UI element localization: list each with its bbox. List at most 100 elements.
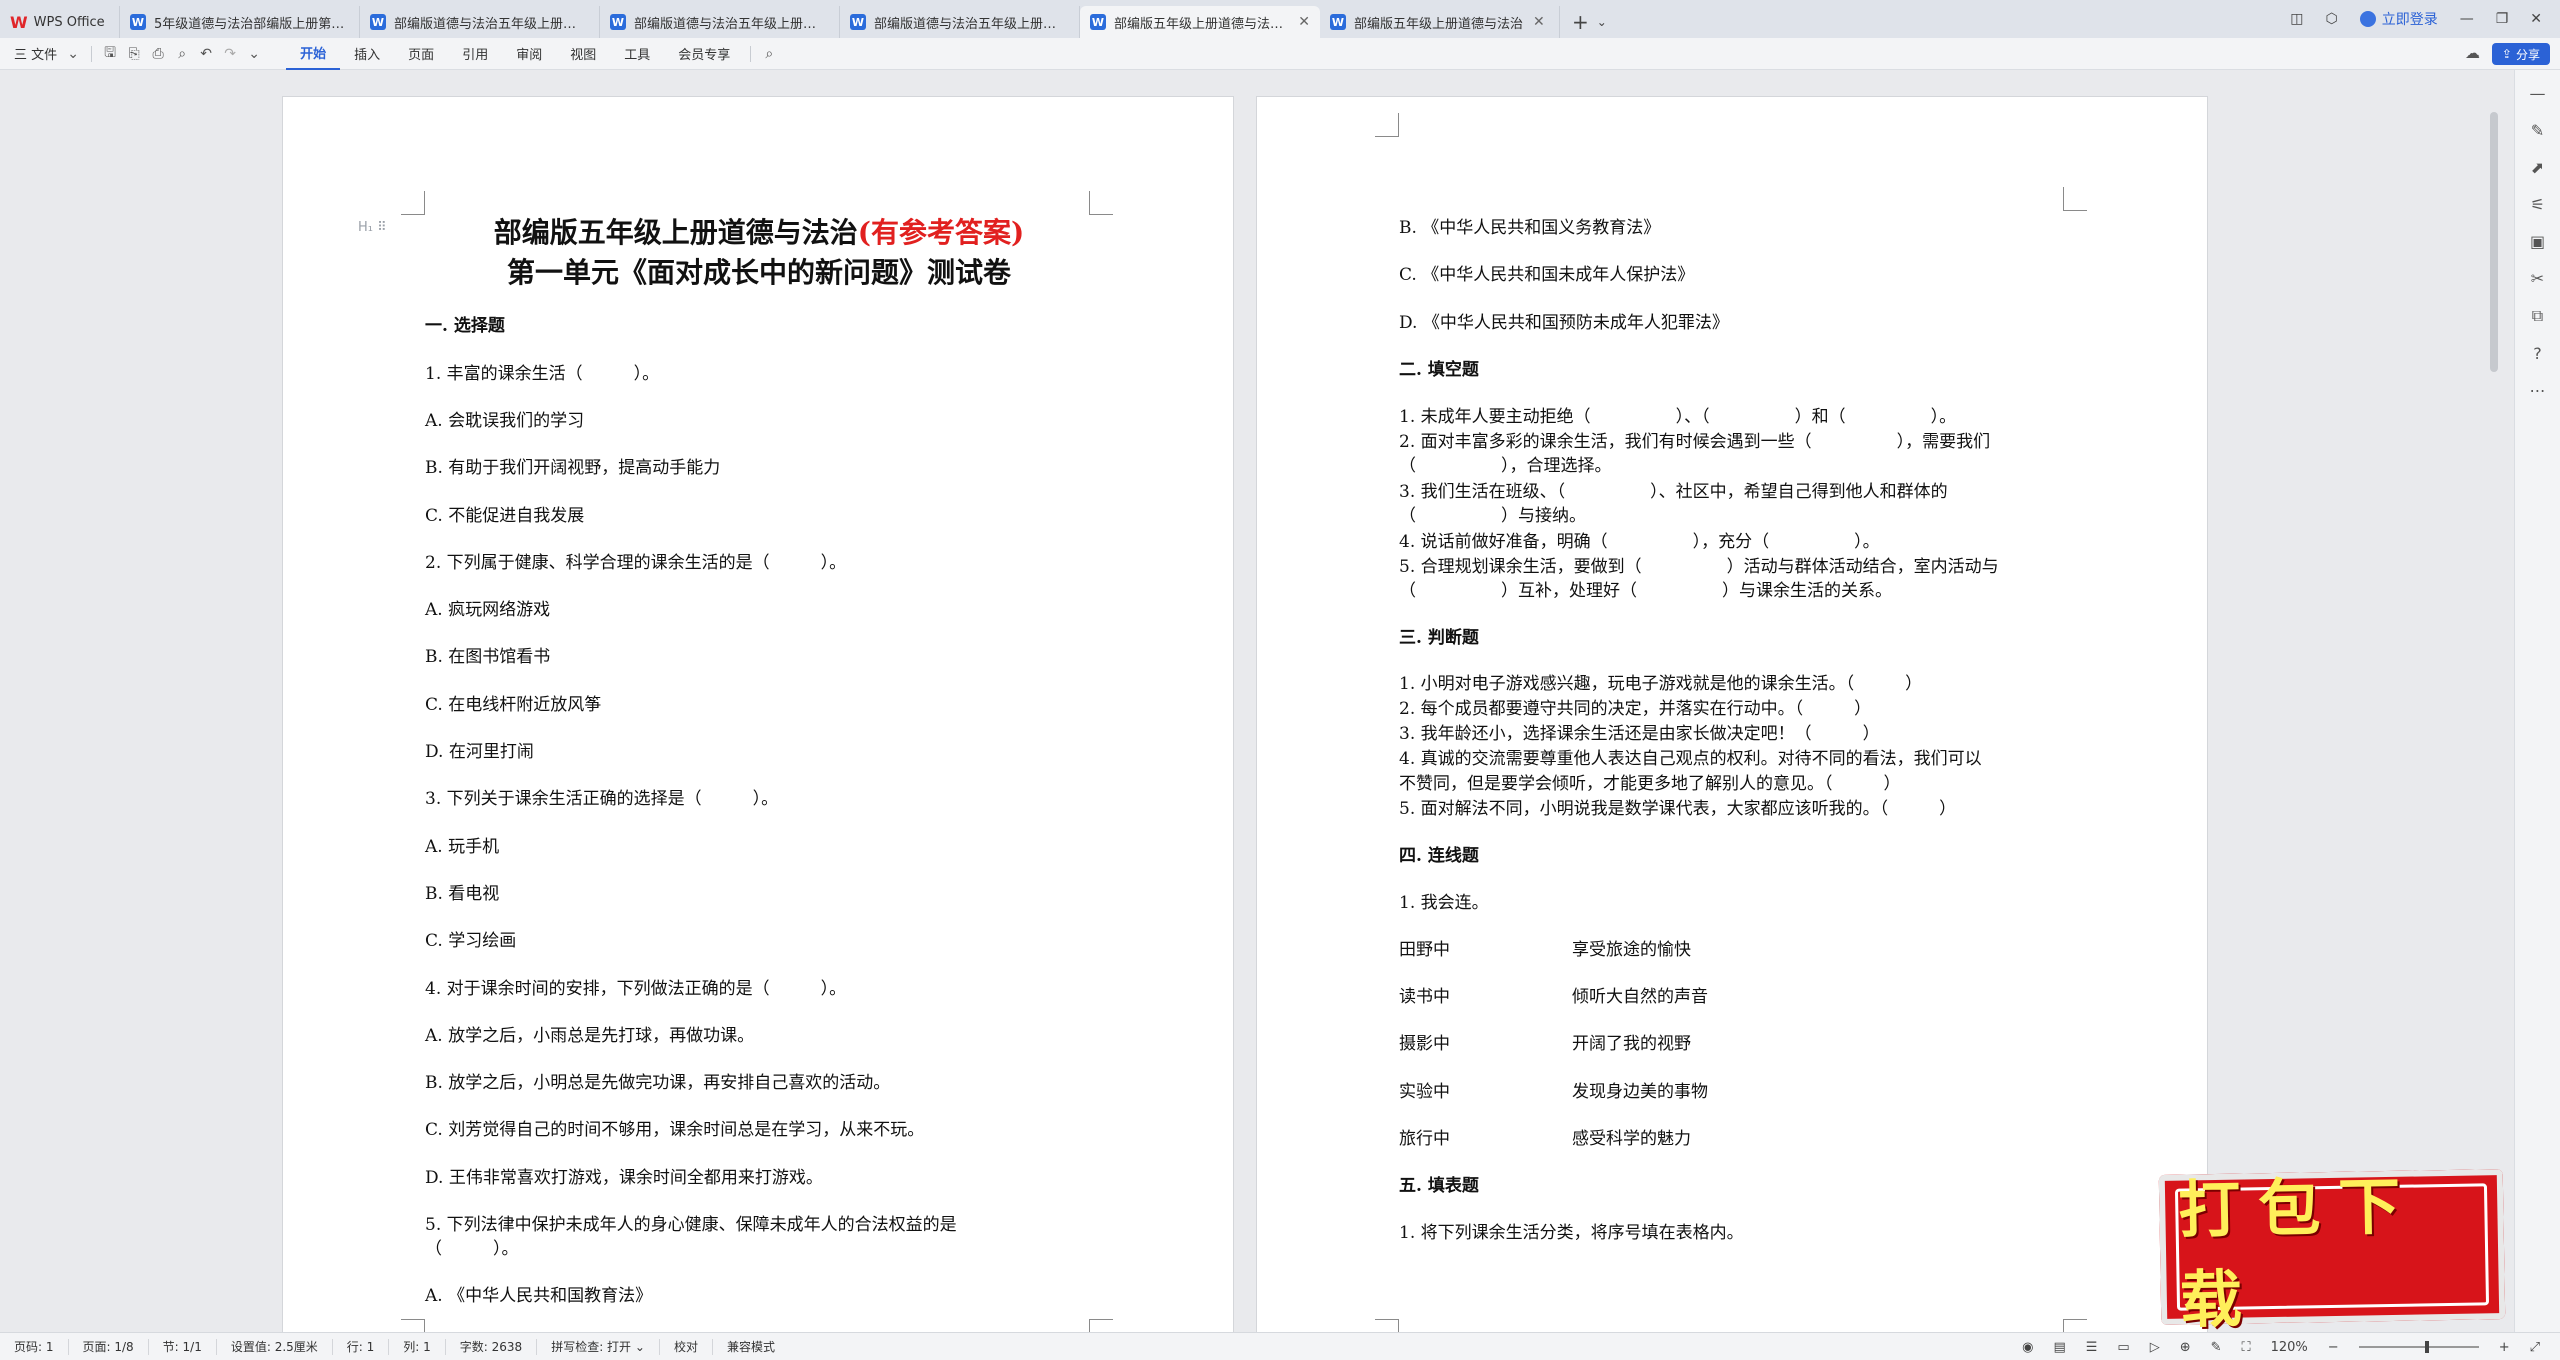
- tab-home[interactable]: W WPS Office: [0, 6, 120, 38]
- read-mode-icon[interactable]: ▭: [2117, 1340, 2129, 1355]
- save-icon[interactable]: 🖫: [98, 38, 122, 70]
- option-line: B. 《中华人民共和国义务教育法》: [1399, 218, 1661, 238]
- export-pdf-icon[interactable]: ⎘: [122, 38, 146, 70]
- collapse-icon[interactable]: —: [2530, 84, 2546, 103]
- search-icon[interactable]: ⌕: [757, 38, 781, 70]
- web-view-icon[interactable]: ⊕: [2180, 1340, 2191, 1355]
- print-preview-icon[interactable]: ⌕: [170, 38, 194, 70]
- tab-document-active[interactable]: W 部编版五年级上册道德与法治第一单 ✕: [1080, 6, 1320, 38]
- share-icon: ⇪: [2501, 47, 2512, 61]
- avatar-icon: [2359, 11, 2376, 27]
- tab-label: 部编版五年级上册道德与法治第一单: [1114, 16, 1288, 32]
- outline-view-icon[interactable]: ☰: [2086, 1340, 2098, 1355]
- share-doc-icon[interactable]: ⧉: [2532, 306, 2543, 326]
- zoom-out-icon[interactable]: −: [2328, 1340, 2339, 1355]
- document-page-1[interactable]: 部编版五年级上册道德与法治(有参考答案) 第一单元《面对成长中的新问题》测试卷 …: [282, 96, 1234, 1343]
- close-window-icon[interactable]: ✕: [2530, 11, 2542, 27]
- more-icon[interactable]: ⋯: [2530, 381, 2546, 400]
- badge-frame: 打包下载: [2174, 1169, 2490, 1337]
- zoom-level[interactable]: 120%: [2271, 1340, 2308, 1355]
- question-line: 3. 我年龄还小，选择课余生活还是由家长做决定吧！（ ）: [1399, 724, 1880, 744]
- settings-sliders-icon[interactable]: ⚟: [2530, 195, 2544, 214]
- status-page[interactable]: 页码: 1: [0, 1338, 69, 1355]
- status-setting[interactable]: 设置值: 2.5厘米: [217, 1338, 333, 1355]
- menu-item-view[interactable]: 视图: [556, 38, 610, 70]
- section-heading: 三. 判断题: [1399, 628, 1479, 648]
- question-line: （ ）互补，处理好（ ）与课余生活的关系。: [1399, 581, 1892, 601]
- option-line: A. 会耽误我们的学习: [425, 411, 585, 431]
- tab-document[interactable]: W 部编版五年级上册道德与法治 ✕: [1320, 6, 1560, 38]
- option-line: D. 《中华人民共和国预防未成年人犯罪法》: [1399, 313, 1729, 333]
- option-line: A. 放学之后，小雨总是先打球，再做功课。: [425, 1026, 755, 1046]
- tab-label: 部编版道德与法治五年级上册第一单元: [634, 16, 829, 32]
- question-line: 2. 每个成员都要遵守共同的决定，并落实在行动中。（ ）: [1399, 699, 1872, 719]
- tab-document[interactable]: W 部编版道德与法治五年级上册第一单元: [840, 6, 1080, 38]
- tab-document[interactable]: W 部编版道德与法治五年级上册第一单元: [600, 6, 840, 38]
- option-line: C. 《中华人民共和国未成年人保护法》: [1399, 265, 1695, 285]
- status-right-controls: ◉ ▤ ☰ ▭ ▷ ⊕ ✎ ⛶ 120% − + ⤢: [2022, 1333, 2540, 1360]
- status-pages[interactable]: 页面: 1/8: [69, 1338, 149, 1355]
- redo-icon[interactable]: ↷: [218, 38, 242, 70]
- page-view-icon[interactable]: ▤: [2053, 1340, 2065, 1355]
- download-badge[interactable]: 打包下载: [2158, 1169, 2506, 1337]
- minimize-icon[interactable]: —: [2460, 11, 2474, 27]
- undo-icon[interactable]: ↶: [194, 38, 218, 70]
- question-line: 1. 我会连。: [1399, 893, 1489, 913]
- tab-document[interactable]: W 部编版道德与法治五年级上册第一单元: [360, 6, 600, 38]
- option-line: B. 放学之后，小明总是先做完功课，再安排自己喜欢的活动。: [425, 1073, 891, 1093]
- menu-item-insert[interactable]: 插入: [340, 38, 394, 70]
- badge-text: 打包下载: [2177, 1169, 2419, 1337]
- layout-icon[interactable]: ◫: [2290, 11, 2303, 27]
- fullscreen-icon[interactable]: ⤢: [2530, 1340, 2540, 1355]
- share-button[interactable]: ⇪ 分享: [2491, 43, 2550, 65]
- close-tab-icon[interactable]: ✕: [1298, 14, 1310, 30]
- option-line: B. 在图书馆看书: [425, 647, 551, 667]
- match-left-item: 实验中: [1399, 1082, 1450, 1102]
- status-col[interactable]: 列: 1: [389, 1338, 446, 1355]
- select-icon[interactable]: ⬈: [2531, 158, 2544, 177]
- menu-item-tools[interactable]: 工具: [610, 38, 664, 70]
- heading-drag-handle-icon[interactable]: H₁ ⠿: [358, 220, 387, 235]
- page2-body: B. 《中华人民共和国义务教育法》 C. 《中华人民共和国未成年人保护法》 D.…: [1399, 97, 2079, 1339]
- eye-icon[interactable]: ◉: [2022, 1340, 2033, 1355]
- menu-item-member[interactable]: 会员专享: [664, 38, 744, 70]
- close-tab-icon[interactable]: ✕: [1533, 14, 1545, 30]
- match-right-item: 倾听大自然的声音: [1572, 987, 1708, 1007]
- menu-item-page[interactable]: 页面: [394, 38, 448, 70]
- tools-icon[interactable]: ✂: [2531, 269, 2544, 288]
- status-compat-mode: 兼容模式: [726, 1340, 775, 1354]
- status-section[interactable]: 节: 1/1: [149, 1338, 217, 1355]
- menu-item-start[interactable]: 开始: [286, 38, 341, 70]
- document-page-2[interactable]: B. 《中华人民共和国义务教育法》 C. 《中华人民共和国未成年人保护法》 D.…: [1256, 96, 2208, 1343]
- login-button[interactable]: 立即登录: [2359, 9, 2438, 29]
- help-icon[interactable]: ?: [2533, 344, 2542, 363]
- chevron-down-icon[interactable]: ⌄: [61, 38, 85, 70]
- restore-icon[interactable]: ❐: [2496, 11, 2509, 27]
- menu-item-review[interactable]: 审阅: [502, 38, 556, 70]
- status-row[interactable]: 行: 1: [333, 1338, 390, 1355]
- status-spellcheck[interactable]: 拼写检查: 打开 ⌄: [537, 1338, 660, 1355]
- divider: [750, 45, 752, 62]
- zoom-slider-knob[interactable]: [2424, 1341, 2429, 1353]
- cube-icon[interactable]: ⬡: [2325, 11, 2337, 27]
- chevron-down-icon[interactable]: ⌄: [242, 38, 266, 70]
- cloud-sync-icon[interactable]: ☁: [2465, 44, 2480, 62]
- print-icon[interactable]: ⎙: [146, 38, 170, 70]
- scrollbar-thumb[interactable]: [2490, 112, 2498, 372]
- play-icon[interactable]: ▷: [2150, 1340, 2160, 1355]
- question-line: 4. 真诚的交流需要尊重他人表达自己观点的权利。对待不同的看法，我们可以: [1399, 749, 1982, 769]
- option-line: C. 在电线杆附近放风筝: [425, 695, 602, 715]
- annotate-icon[interactable]: ✎: [2211, 1340, 2222, 1355]
- image-icon[interactable]: ▣: [2530, 232, 2545, 251]
- menu-item-reference[interactable]: 引用: [448, 38, 502, 70]
- status-proofread[interactable]: 校对: [660, 1338, 713, 1355]
- new-tab-button[interactable]: + ⌄: [1560, 6, 1619, 38]
- match-left-item: 旅行中: [1399, 1129, 1450, 1149]
- tab-document[interactable]: W 5年级道德与法治部编版上册第1单元: [120, 6, 360, 38]
- page1-body: 一. 选择题 1. 丰富的课余生活（ ）。 A. 会耽误我们的学习 B. 有助于…: [425, 97, 1105, 1339]
- status-wordcount[interactable]: 字数: 2638: [446, 1338, 538, 1355]
- pen-icon[interactable]: ✎: [2531, 121, 2544, 140]
- zoom-slider[interactable]: [2358, 1341, 2479, 1353]
- fit-page-icon[interactable]: ⛶: [2242, 1340, 2251, 1355]
- zoom-in-icon[interactable]: +: [2499, 1340, 2510, 1355]
